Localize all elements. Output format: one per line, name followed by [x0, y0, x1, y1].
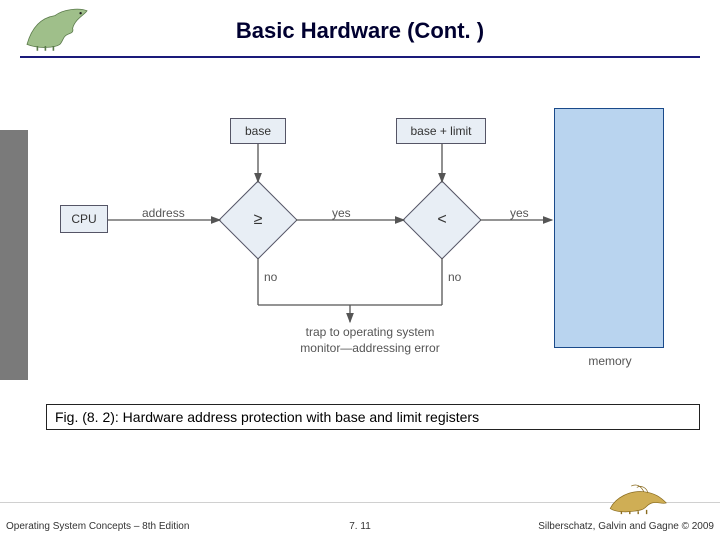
page-title: Basic Hardware (Cont. ) [0, 18, 720, 44]
footer: Operating System Concepts – 8th Edition … [0, 502, 720, 540]
title-underline [20, 56, 700, 58]
header: Basic Hardware (Cont. ) [0, 0, 720, 60]
left-gray-sidebar [0, 130, 28, 380]
diagram: CPU base base + limit memory ≥ < address… [60, 90, 690, 370]
figure-caption: Fig. (8. 2): Hardware address protection… [46, 404, 700, 430]
dinosaur-right-icon [606, 480, 676, 516]
diagram-arrows [60, 90, 690, 370]
footer-copyright: Silberschatz, Galvin and Gagne © 2009 [538, 521, 714, 532]
